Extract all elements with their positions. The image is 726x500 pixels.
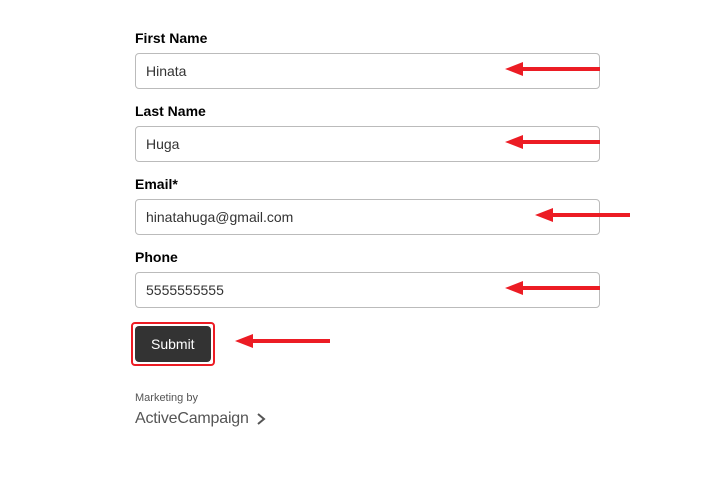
first-name-input[interactable] [135, 53, 600, 89]
brand-campaign-text: Campaign [177, 410, 248, 427]
last-name-input[interactable] [135, 126, 600, 162]
marketing-by-text: Marketing by [135, 392, 726, 404]
form-group-phone: Phone [135, 249, 726, 308]
last-name-label: Last Name [135, 103, 726, 119]
form-group-last-name: Last Name [135, 103, 726, 162]
footer: Marketing by ActiveCampaign [135, 392, 726, 428]
submit-wrapper: Submit [135, 326, 211, 362]
brand-logo[interactable]: ActiveCampaign [135, 410, 726, 428]
brand-active-text: Active [135, 410, 177, 427]
email-input[interactable] [135, 199, 600, 235]
arrow-annotation-icon [235, 332, 330, 350]
form-group-first-name: First Name [135, 30, 726, 89]
first-name-label: First Name [135, 30, 726, 46]
phone-label: Phone [135, 249, 726, 265]
email-label: Email* [135, 176, 726, 192]
chevron-right-icon [257, 413, 267, 425]
phone-input[interactable] [135, 272, 600, 308]
submit-button[interactable]: Submit [135, 326, 211, 362]
form-group-email: Email* [135, 176, 726, 235]
